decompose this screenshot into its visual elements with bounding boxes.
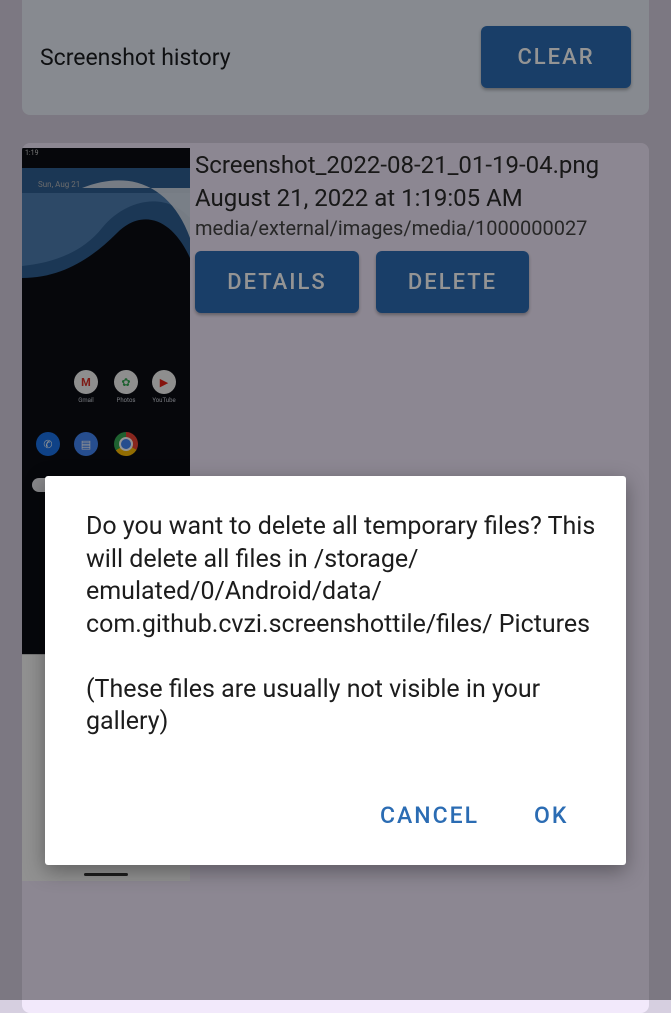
delete-temp-files-dialog: Do you want to delete all temporary file… [45, 476, 626, 865]
ok-button[interactable]: OK [534, 802, 568, 829]
cancel-button[interactable]: CANCEL [380, 802, 479, 829]
dialog-message: Do you want to delete all temporary file… [86, 512, 596, 736]
